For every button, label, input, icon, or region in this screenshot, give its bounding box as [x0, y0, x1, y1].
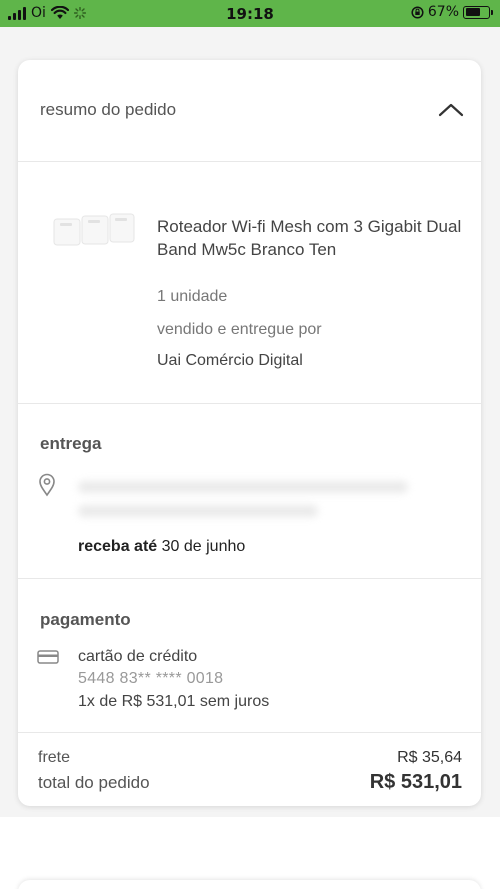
location-pin-icon [39, 473, 55, 497]
address-line-blurred [78, 481, 408, 493]
order-summary-header[interactable]: resumo do pedido [18, 60, 481, 162]
sold-by-label: vendido e entregue por [157, 321, 322, 338]
next-card-edge [18, 880, 481, 889]
battery-percent: 67% [427, 4, 459, 20]
orientation-lock-icon [411, 5, 424, 19]
order-summary-card: resumo do pedido Roteador Wi-fi Mesh com… [18, 60, 481, 806]
chevron-up-icon [438, 103, 464, 117]
collapse-button[interactable] [435, 94, 467, 126]
order-totals: frete R$ 35,64 total do pedido R$ 531,01 [18, 734, 481, 806]
product-item: Roteador Wi-fi Mesh com 3 Gigabit Dual B… [18, 163, 481, 404]
address-line-blurred [78, 505, 318, 517]
payment-section: pagamento cartão de crédito 5448 83** **… [18, 580, 481, 733]
delivery-title: entrega [40, 434, 102, 453]
shipping-label: frete [38, 749, 71, 766]
battery-fill [465, 8, 481, 16]
total-value: R$ 531,01 [369, 771, 462, 793]
payment-title: pagamento [40, 610, 131, 629]
battery-icon [463, 5, 493, 19]
product-quantity: 1 unidade [157, 288, 228, 305]
seller-name: Uai Comércio Digital [157, 352, 303, 369]
product-name[interactable]: Roteador Wi-fi Mesh com 3 Gigabit Dual B… [157, 215, 472, 261]
installments: 1x de R$ 531,01 sem juros [78, 693, 270, 710]
delivery-section: entrega receba até 30 de junho [18, 405, 481, 579]
card-number: 5448 83** **** 0018 [78, 670, 224, 687]
credit-card-icon [37, 650, 59, 664]
bottom-background [0, 817, 500, 889]
product-image [53, 213, 135, 246]
delivery-estimate: receba até 30 de junho [78, 538, 245, 556]
order-summary-title: resumo do pedido [40, 100, 177, 119]
shipping-value: R$ 35,64 [397, 749, 462, 766]
status-right: 67% [411, 4, 493, 20]
receive-date: 30 de junho [161, 538, 246, 555]
payment-method: cartão de crédito [78, 648, 198, 665]
receive-label: receba até [78, 538, 158, 555]
status-bar: Oi 19:18 67% [0, 0, 500, 27]
total-label: total do pedido [38, 773, 150, 792]
